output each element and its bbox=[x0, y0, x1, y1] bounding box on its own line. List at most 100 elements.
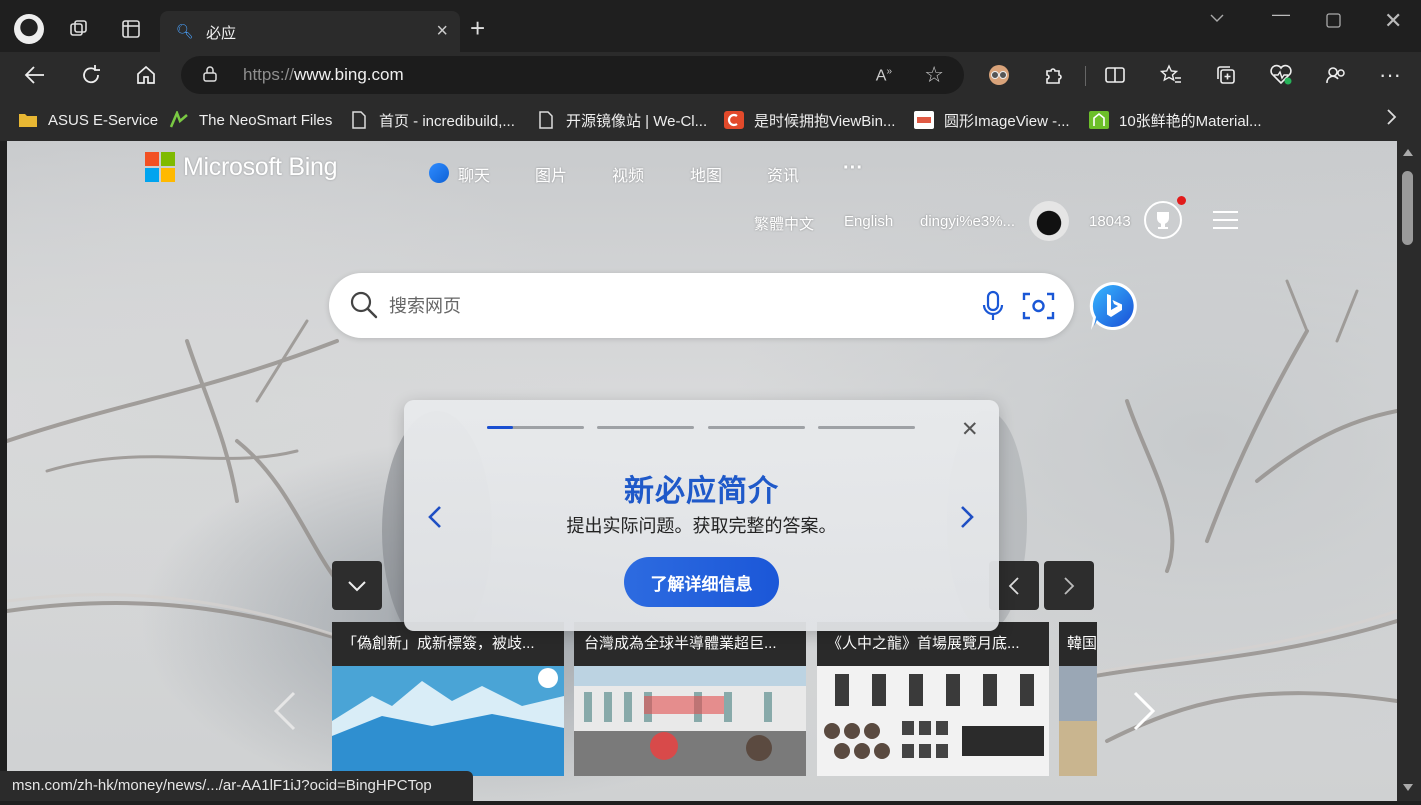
split-screen-icon[interactable] bbox=[1102, 62, 1128, 88]
bookmark-incredibuild[interactable]: 首页 - incredibuild,... bbox=[349, 109, 515, 131]
intro-dialog: ✕ 新必应简介 提出实际问题。获取完整的答案。 了解详细信息 bbox=[404, 400, 999, 631]
dialog-next-arrow[interactable] bbox=[958, 504, 976, 530]
progress-step-2[interactable] bbox=[597, 426, 694, 429]
search-icon[interactable] bbox=[349, 290, 379, 320]
collapse-news-button[interactable] bbox=[332, 561, 382, 610]
progress-step-1[interactable] bbox=[487, 426, 584, 429]
maximize-button[interactable] bbox=[1326, 12, 1341, 33]
dialog-prev-arrow[interactable] bbox=[426, 504, 444, 530]
user-avatar[interactable] bbox=[1029, 201, 1069, 241]
news-card[interactable]: 台灣成為全球半導體業超巨... bbox=[574, 622, 806, 776]
bookmark-label: The NeoSmart Files bbox=[199, 111, 333, 129]
dialog-title: 新必应简介 bbox=[624, 475, 779, 508]
bookmark-label: ASUS E-Service bbox=[48, 111, 159, 129]
progress-step-3[interactable] bbox=[708, 426, 805, 429]
extensions-puzzle-icon[interactable] bbox=[1041, 62, 1067, 88]
rewards-trophy-icon[interactable] bbox=[1144, 196, 1186, 239]
close-dialog-icon[interactable]: ✕ bbox=[961, 417, 979, 442]
bookmark-material[interactable]: 10张鲜艳的Material... bbox=[1089, 109, 1262, 131]
refresh-button[interactable] bbox=[76, 60, 106, 90]
microsoft-logo-icon bbox=[145, 152, 175, 182]
bing-logo[interactable]: Microsoft Bing bbox=[145, 152, 337, 182]
lock-icon[interactable] bbox=[203, 66, 217, 82]
microphone-icon[interactable] bbox=[981, 290, 1005, 322]
tab-strip: 🔍︎ 必应 × + — ✕ bbox=[0, 0, 1421, 52]
news-card[interactable]: 《人中之龍》首場展覽月底... bbox=[817, 622, 1049, 776]
nav-maps[interactable]: 地图 bbox=[690, 162, 722, 186]
dialog-subtitle: 提出实际问题。获取完整的答案。 bbox=[566, 516, 837, 536]
copilot-icon[interactable] bbox=[1087, 280, 1139, 332]
chevron-down-icon[interactable] bbox=[1209, 10, 1225, 31]
extension-glasses-icon[interactable] bbox=[986, 62, 1012, 88]
bookmark-label: 首页 - incredibuild,... bbox=[379, 112, 515, 130]
scroll-down-icon[interactable] bbox=[1403, 784, 1413, 791]
rewards-points[interactable]: 18043 bbox=[1089, 213, 1131, 230]
scroll-up-icon[interactable] bbox=[1403, 149, 1413, 156]
address-url[interactable]: https://www.bing.com bbox=[243, 65, 404, 85]
tab-actions-icon[interactable] bbox=[118, 16, 144, 42]
bookmark-mirror[interactable]: 开源镜像站 | We-Cl... bbox=[536, 109, 707, 131]
bookmark-asus[interactable]: ASUS E-Service bbox=[18, 109, 158, 131]
folder-icon bbox=[19, 114, 37, 127]
notification-dot bbox=[1177, 196, 1186, 205]
home-button[interactable] bbox=[131, 60, 161, 90]
nav-images[interactable]: 图片 bbox=[535, 162, 567, 186]
browser-essentials-icon[interactable] bbox=[1323, 62, 1349, 88]
minimize-button[interactable]: — bbox=[1272, 4, 1290, 25]
lang-traditional[interactable]: 繁體中文 bbox=[754, 213, 814, 234]
news-card[interactable]: 韓国 bbox=[1059, 622, 1097, 776]
close-tab-icon[interactable]: × bbox=[436, 20, 448, 43]
search-box bbox=[329, 273, 1074, 338]
chevron-right-icon[interactable] bbox=[1385, 108, 1397, 132]
chat-icon[interactable] bbox=[429, 163, 449, 183]
url-host: www.bing.com bbox=[294, 65, 404, 84]
collections-icon[interactable] bbox=[1213, 62, 1239, 88]
address-bar[interactable]: https://www.bing.com A» ☆ bbox=[181, 56, 964, 94]
new-tab-button[interactable]: + bbox=[470, 15, 485, 41]
read-aloud-icon[interactable]: A» bbox=[876, 66, 892, 85]
more-menu-icon[interactable]: ··· bbox=[1377, 62, 1403, 88]
carousel-next-arrow[interactable] bbox=[1131, 689, 1157, 733]
visual-search-icon[interactable] bbox=[1022, 290, 1055, 322]
bookmark-neosmart[interactable]: The NeoSmart Files bbox=[169, 109, 332, 131]
nav-videos[interactable]: 视频 bbox=[612, 162, 644, 186]
browser-chrome: 🔍︎ 必应 × + — ✕ https://www.bing.com A» ☆ bbox=[0, 0, 1421, 141]
close-window-button[interactable]: ✕ bbox=[1384, 8, 1402, 34]
logo-text: Microsoft Bing bbox=[183, 152, 338, 181]
scrollbar-thumb[interactable] bbox=[1402, 171, 1413, 245]
scrollbar[interactable] bbox=[1397, 141, 1421, 801]
nav-more[interactable]: ··· bbox=[843, 157, 863, 180]
nav-news[interactable]: 资讯 bbox=[767, 162, 799, 186]
workspaces-icon[interactable] bbox=[66, 16, 92, 42]
search-input[interactable] bbox=[389, 292, 949, 320]
toolbar-separator bbox=[1085, 66, 1086, 86]
bookmark-imageview[interactable]: 圆形ImageView -... bbox=[914, 109, 1070, 131]
profile-avatar[interactable] bbox=[14, 14, 44, 44]
status-bar-url: msn.com/zh-hk/money/news/.../ar-AA1lF1iJ… bbox=[0, 771, 473, 801]
bookmark-viewbinding[interactable]: 是时候拥抱ViewBin... bbox=[724, 109, 895, 131]
news-card[interactable]: 「偽創新」成新標簽，被歧... bbox=[332, 622, 564, 776]
favorite-star-icon[interactable]: ☆ bbox=[924, 62, 944, 88]
bookmark-label: 圆形ImageView -... bbox=[944, 112, 1070, 130]
performance-heart-icon[interactable] bbox=[1268, 62, 1294, 88]
page-icon bbox=[352, 111, 366, 129]
bookmarks-bar: ASUS E-Service The NeoSmart Files 首页 - i… bbox=[0, 98, 1421, 141]
material-icon bbox=[1089, 111, 1109, 129]
toolbar: https://www.bing.com A» ☆ ··· bbox=[0, 52, 1421, 98]
username[interactable]: dingyi%e3%... bbox=[920, 213, 1015, 230]
back-button[interactable] bbox=[20, 60, 50, 90]
progress-step-4[interactable] bbox=[818, 426, 915, 429]
tab-bing[interactable]: 🔍︎ 必应 × bbox=[160, 11, 460, 52]
bing-homepage: Microsoft Bing 聊天 图片 视频 地图 资讯 ··· 繁體中文 E… bbox=[7, 141, 1397, 801]
news-next-button[interactable] bbox=[1044, 561, 1094, 610]
favorites-icon[interactable] bbox=[1158, 62, 1184, 88]
bookmark-label: 10张鲜艳的Material... bbox=[1119, 112, 1262, 130]
url-scheme: https:// bbox=[243, 65, 295, 84]
learn-more-button[interactable]: 了解详细信息 bbox=[624, 557, 779, 607]
page-icon bbox=[539, 111, 553, 129]
hamburger-menu-icon[interactable] bbox=[1213, 211, 1238, 229]
nav-chat[interactable]: 聊天 bbox=[458, 162, 490, 186]
carousel-prev-arrow[interactable] bbox=[272, 689, 298, 733]
lang-english[interactable]: English bbox=[844, 213, 893, 230]
search-icon: 🔍︎ bbox=[176, 23, 194, 39]
